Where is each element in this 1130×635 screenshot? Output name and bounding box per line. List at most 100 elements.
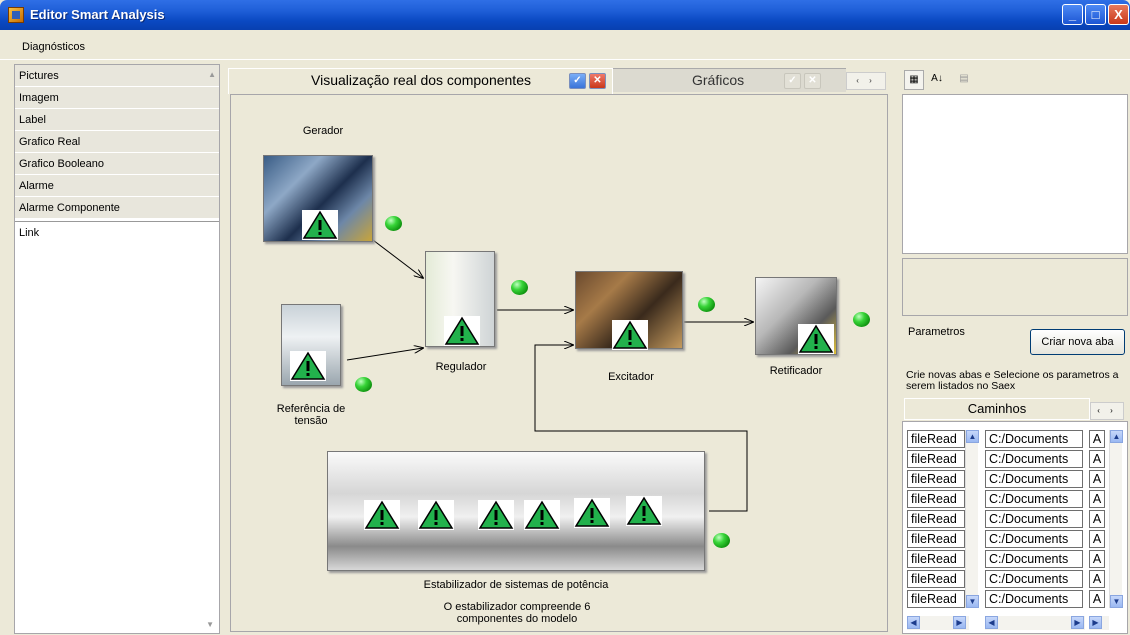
component-regulador[interactable] <box>425 251 495 347</box>
button-column: A A A A A A A A A ▲ ▼ <box>1089 430 1125 614</box>
path-value-cell[interactable]: C:/Documents <box>985 470 1083 488</box>
component-estabilizador[interactable] <box>327 451 705 571</box>
browse-button[interactable]: A <box>1089 530 1105 548</box>
path-name-cell[interactable]: fileRead <box>907 490 965 508</box>
close-button[interactable]: X <box>1108 4 1129 25</box>
diagram-canvas[interactable]: Gerador Referência de tensão Regulador E… <box>230 94 888 632</box>
window-title: Editor Smart Analysis <box>30 7 165 22</box>
browse-button[interactable]: A <box>1089 590 1105 608</box>
editor-area: Visualização real dos componentes ✓ ✕ Gr… <box>226 64 891 634</box>
path-value-cell[interactable]: C:/Documents <box>985 450 1083 468</box>
path-name-cell[interactable]: fileRead <box>907 550 965 568</box>
toolbox-item-alarme-componente[interactable]: Alarme Componente <box>15 197 219 219</box>
path-value-cell[interactable]: C:/Documents <box>985 430 1083 448</box>
path-value-cell[interactable]: C:/Documents <box>985 530 1083 548</box>
hint-text: Crie novas abas e Selecione os parametro… <box>906 369 1119 392</box>
maximize-button[interactable]: □ <box>1085 4 1106 25</box>
scroll-right-icon[interactable]: ▶ <box>1089 616 1102 629</box>
scroll-right-icon[interactable]: ▶ <box>953 616 966 629</box>
toolbox-item-grafico-booleano[interactable]: Grafico Booleano <box>15 153 219 175</box>
minimize-button[interactable]: _ <box>1062 4 1083 25</box>
browse-button[interactable]: A <box>1089 470 1105 488</box>
label-estabilizador-note: O estabilizador compreende 6 componentes… <box>443 601 591 625</box>
status-led-retificador <box>853 312 870 327</box>
component-excitador[interactable] <box>575 271 683 350</box>
tab-caminhos[interactable]: Caminhos <box>904 398 1090 420</box>
path-name-cell[interactable]: fileRead <box>907 590 965 608</box>
label-referencia: Referência de tensão <box>276 403 346 427</box>
name-scrollbar[interactable]: ▲ ▼ <box>965 430 979 608</box>
scroll-up-icon[interactable]: ▲ <box>1110 430 1123 443</box>
path-name-cell[interactable]: fileRead <box>907 450 965 468</box>
tab-scroll-arrows[interactable]: ‹ › <box>846 72 886 90</box>
name-hscrollbar[interactable]: ◀ ▶ <box>907 616 969 630</box>
window-title-bar[interactable]: Editor Smart Analysis _ □ X <box>0 0 1130 30</box>
property-toolbar: ▦ A↓ ▤ <box>902 68 1126 92</box>
status-led-regulador <box>511 280 528 295</box>
browse-button[interactable]: A <box>1089 510 1105 528</box>
path-value-cell[interactable]: C:/Documents <box>985 590 1083 608</box>
app-icon <box>8 7 24 23</box>
sort-alpha-icon[interactable]: A↓ <box>927 70 947 90</box>
paths-list: fileRead fileRead fileRead fileRead file… <box>902 421 1128 634</box>
warning-icon <box>798 324 834 354</box>
scroll-left-icon[interactable]: ◀ <box>985 616 998 629</box>
path-hscrollbar[interactable]: ◀ ▶ <box>985 616 1085 630</box>
property-pages-icon[interactable]: ▤ <box>954 70 974 90</box>
warning-icon <box>302 210 338 240</box>
tab-scroll-arrows[interactable]: ‹ › <box>1090 402 1124 420</box>
toolbox-item-link[interactable]: Link <box>15 221 219 243</box>
toolbox-item-pictures[interactable]: Pictures <box>15 65 219 87</box>
name-column: fileRead fileRead fileRead fileRead file… <box>907 430 979 614</box>
path-name-cell[interactable]: fileRead <box>907 570 965 588</box>
tab-confirm-icon[interactable]: ✓ <box>784 73 801 89</box>
scroll-left-icon[interactable]: ◀ <box>907 616 920 629</box>
path-value-cell[interactable]: C:/Documents <box>985 510 1083 528</box>
scroll-down-icon[interactable]: ▼ <box>206 620 214 629</box>
path-column: C:/Documents C:/Documents C:/Documents C… <box>985 430 1085 614</box>
warning-icon <box>418 500 454 530</box>
toolbox-item-label[interactable]: Label <box>15 109 219 131</box>
path-name-cell[interactable]: fileRead <box>907 530 965 548</box>
criar-nova-aba-button[interactable]: Criar nova aba <box>1030 329 1125 355</box>
path-value-cell[interactable]: C:/Documents <box>985 570 1083 588</box>
component-referencia[interactable] <box>281 304 341 386</box>
tab-strip: Visualização real dos componentes ✓ ✕ Gr… <box>226 68 891 94</box>
label-regulador: Regulador <box>435 361 487 373</box>
path-value-cell[interactable]: C:/Documents <box>985 550 1083 568</box>
tab-graficos-label: Gráficos <box>692 72 745 88</box>
path-value-cell[interactable]: C:/Documents <box>985 490 1083 508</box>
browse-button[interactable]: A <box>1089 550 1105 568</box>
path-name-cell[interactable]: fileRead <box>907 470 965 488</box>
tab-confirm-icon[interactable]: ✓ <box>569 73 586 89</box>
tab-graficos[interactable]: Gráficos ✓ ✕ <box>613 68 846 92</box>
browse-button[interactable]: A <box>1089 490 1105 508</box>
browse-button[interactable]: A <box>1089 430 1105 448</box>
menu-diagnosticos[interactable]: Diagnósticos <box>22 41 85 53</box>
component-gerador[interactable] <box>263 155 373 242</box>
scroll-down-icon[interactable]: ▼ <box>1110 595 1123 608</box>
browse-button[interactable]: A <box>1089 570 1105 588</box>
scroll-right-icon[interactable]: ▶ <box>1071 616 1084 629</box>
property-grid[interactable] <box>902 94 1128 254</box>
toolbox-item-grafico-real[interactable]: Grafico Real <box>15 131 219 153</box>
scroll-up-icon[interactable]: ▲ <box>208 70 216 79</box>
toolbox-item-imagem[interactable]: Imagem <box>15 87 219 109</box>
tab-visualizacao[interactable]: Visualização real dos componentes ✓ ✕ <box>228 68 613 94</box>
warning-icon <box>364 500 400 530</box>
path-name-cell[interactable]: fileRead <box>907 510 965 528</box>
categorized-icon[interactable]: ▦ <box>904 70 924 90</box>
button-scrollbar[interactable]: ▲ ▼ <box>1109 430 1123 608</box>
link-referencia-regulador <box>346 348 423 361</box>
path-name-cell[interactable]: fileRead <box>907 430 965 448</box>
button-hscrollbar[interactable]: ▶ <box>1089 616 1109 630</box>
tab-close-icon[interactable]: ✕ <box>589 73 606 89</box>
warning-icon <box>574 498 610 528</box>
browse-button[interactable]: A <box>1089 450 1105 468</box>
scroll-down-icon[interactable]: ▼ <box>966 595 979 608</box>
toolbox-item-alarme[interactable]: Alarme <box>15 175 219 197</box>
scroll-up-icon[interactable]: ▲ <box>966 430 979 443</box>
warning-icon <box>612 320 648 350</box>
tab-close-icon[interactable]: ✕ <box>804 73 821 89</box>
component-retificador[interactable] <box>755 277 837 355</box>
